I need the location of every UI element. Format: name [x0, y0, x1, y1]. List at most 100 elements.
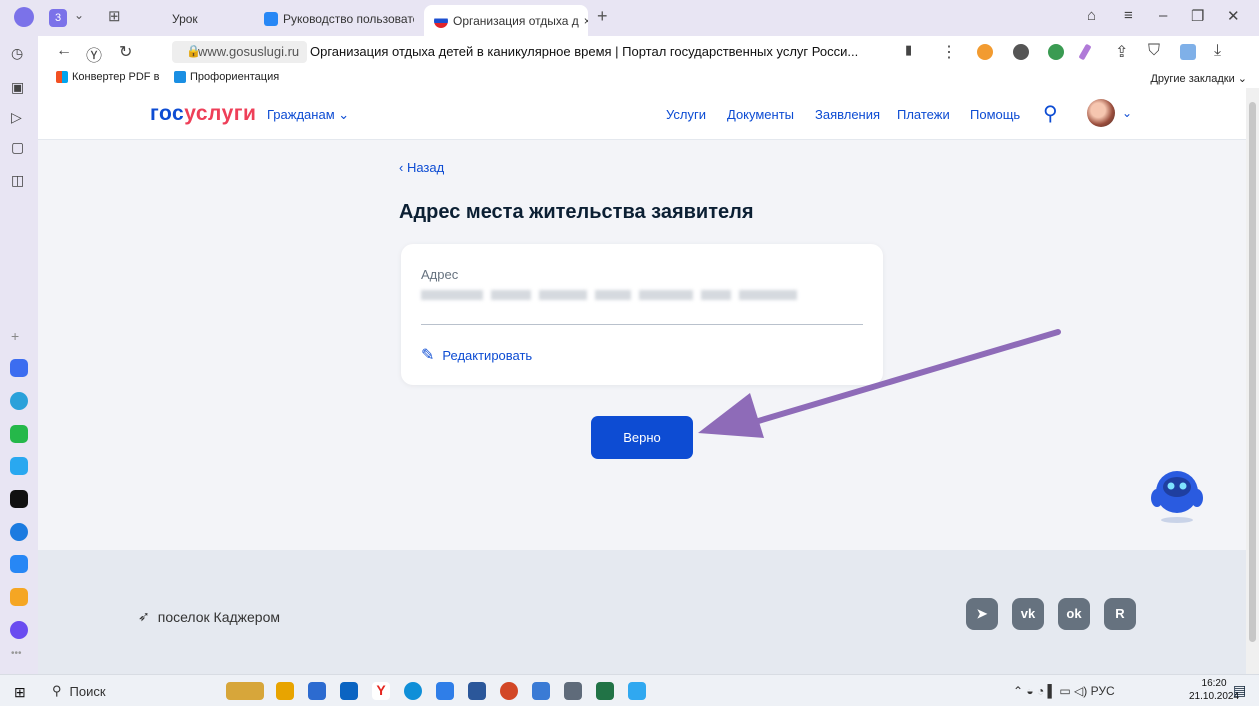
windows-start-icon[interactable]: ⊞ — [14, 684, 26, 701]
calculator-icon[interactable] — [564, 682, 582, 700]
clock[interactable]: 16:20 21.10.2024 — [1189, 677, 1239, 703]
store-icon[interactable] — [308, 682, 326, 700]
avatar[interactable] — [1087, 99, 1115, 127]
collections-icon[interactable]: ▣ — [11, 79, 24, 96]
telegram-icon[interactable]: ➤ — [966, 598, 998, 630]
cloud-icon[interactable]: ⇪ — [1115, 42, 1128, 62]
vk-icon[interactable] — [10, 555, 28, 573]
close-window-icon[interactable]: ✕ — [1227, 7, 1240, 25]
app-icon[interactable] — [226, 682, 264, 700]
chevron-down-icon[interactable]: ⌄ — [74, 8, 84, 22]
language-indicator[interactable]: РУС — [1091, 684, 1115, 698]
extension-icon[interactable] — [1048, 44, 1064, 60]
bookmark-panel-icon[interactable]: ⌂ — [1087, 7, 1096, 24]
bookmark-pdf[interactable]: Конвертер PDF в — [56, 71, 159, 83]
notes-icon[interactable] — [10, 359, 28, 377]
messenger-icon[interactable] — [10, 425, 28, 443]
chat-icon[interactable] — [628, 682, 646, 700]
address-label: Адрес — [421, 267, 459, 282]
search-icon[interactable]: ⚲ — [1043, 101, 1058, 126]
tab-lesson[interactable]: Урок — [172, 8, 252, 30]
restore-icon[interactable]: ❐ — [1191, 7, 1204, 25]
scrollbar[interactable] — [1246, 88, 1259, 674]
more-icon[interactable]: ⋮ — [941, 42, 957, 62]
assistant-robot-icon[interactable] — [1150, 464, 1204, 524]
alice-icon[interactable] — [10, 621, 28, 639]
gosuslugi-logo[interactable]: госуслуги — [150, 102, 256, 126]
extension-icon[interactable] — [1180, 44, 1196, 60]
confirm-button[interactable]: Верно — [591, 416, 693, 459]
url-input[interactable]: Организация отдыха детей в каникулярное … — [310, 44, 858, 59]
tab-vk-guide[interactable]: Руководство пользовате — [264, 8, 414, 30]
more-dots-icon[interactable]: ••• — [11, 648, 22, 659]
nav-help[interactable]: Помощь — [970, 107, 1020, 122]
tab-label: Руководство пользовате — [283, 12, 414, 26]
new-tab-button[interactable]: + — [597, 6, 608, 27]
clock-time: 16:20 — [1201, 678, 1227, 689]
file-explorer-icon[interactable] — [276, 682, 294, 700]
tab-active[interactable]: Организация отдыха д × — [424, 5, 588, 36]
lock-icon[interactable]: 🔒 — [186, 44, 201, 58]
outlook-icon[interactable] — [340, 682, 358, 700]
yandex-browser-icon[interactable]: Y — [372, 682, 390, 700]
odnoklassniki-icon[interactable]: ok — [1058, 598, 1090, 630]
tab-groups-icon[interactable]: ⊞ — [108, 7, 121, 25]
page-viewport: госуслуги Гражданам ⌄ Услуги Документы З… — [38, 88, 1246, 674]
download-icon[interactable]: ⤓ — [1214, 42, 1221, 60]
notifications-icon[interactable]: ▤ — [1233, 682, 1246, 699]
bookmarks-bar: Конвертер PDF в Профориентация Другие за… — [38, 68, 1259, 88]
back-arrow-icon[interactable]: ← — [56, 42, 72, 60]
page-title: Адрес места жительства заявителя — [399, 201, 754, 223]
nav-applications[interactable]: Заявления — [815, 107, 880, 122]
excel-icon[interactable] — [596, 682, 614, 700]
rutube-icon[interactable]: R — [1104, 598, 1136, 630]
address-card: Адрес ✎ Редактировать — [401, 244, 883, 385]
tab-counter[interactable]: 3 — [49, 9, 67, 27]
reload-icon[interactable]: ↻ — [119, 42, 132, 62]
extension-icon[interactable] — [977, 44, 993, 60]
powerpoint-icon[interactable] — [500, 682, 518, 700]
site-header: госуслуги Гражданам ⌄ Услуги Документы З… — [38, 88, 1246, 140]
taskbar-search[interactable]: ⚲ Поиск — [46, 679, 224, 703]
tabs-icon[interactable]: ▢ — [11, 139, 24, 156]
mail-icon[interactable] — [10, 588, 28, 606]
calendar-icon[interactable] — [532, 682, 550, 700]
vk-icon — [264, 12, 278, 26]
system-tray[interactable]: ⌃ ◒ ◔ ▌ ▭ ◁) РУС — [1013, 684, 1115, 698]
minimize-icon[interactable]: – — [1159, 7, 1167, 24]
converter-icon — [56, 71, 68, 83]
extension-icon[interactable] — [1013, 44, 1029, 60]
browser-app-icon[interactable] — [10, 523, 28, 541]
chat-icon[interactable] — [10, 457, 28, 475]
nav-documents[interactable]: Документы — [727, 107, 794, 122]
yandex-icon[interactable]: Ⓨ — [86, 42, 102, 66]
nav-payments[interactable]: Платежи — [897, 107, 950, 122]
shield-icon[interactable]: ⛉ — [1148, 42, 1160, 60]
nav-services[interactable]: Услуги — [666, 107, 706, 122]
citizens-menu[interactable]: Гражданам ⌄ — [267, 107, 349, 123]
word-icon[interactable] — [468, 682, 486, 700]
close-icon[interactable]: × — [584, 14, 588, 28]
location-link[interactable]: ➶ поселок Каджером — [138, 608, 280, 625]
bookmark-career[interactable]: Профориентация — [174, 71, 279, 83]
screenshot-icon[interactable]: ◫ — [11, 172, 24, 189]
other-bookmarks[interactable]: Другие закладки ⌄ — [1150, 72, 1247, 85]
browser-logo-icon[interactable] — [14, 7, 34, 27]
play-icon[interactable]: ▷ — [11, 109, 22, 126]
tab-label: Урок — [172, 12, 198, 26]
pen-icon[interactable] — [1078, 43, 1092, 61]
telegram-icon[interactable] — [10, 392, 28, 410]
scroll-thumb[interactable] — [1249, 102, 1256, 642]
vk-icon[interactable]: vk — [1012, 598, 1044, 630]
todo-icon[interactable] — [436, 682, 454, 700]
chevron-down-icon[interactable]: ⌄ — [1122, 106, 1132, 120]
edge-icon[interactable] — [404, 682, 422, 700]
back-link[interactable]: ‹ Назад — [399, 160, 444, 175]
logo-part-gos: гос — [150, 102, 185, 125]
app-icon[interactable] — [10, 490, 28, 508]
edit-link[interactable]: ✎ Редактировать — [421, 345, 532, 365]
bookmark-icon[interactable]: ▮ — [905, 42, 912, 58]
history-icon[interactable]: ◷ — [11, 45, 23, 62]
add-icon[interactable]: + — [11, 328, 19, 344]
menu-icon[interactable]: ≡ — [1124, 7, 1133, 24]
